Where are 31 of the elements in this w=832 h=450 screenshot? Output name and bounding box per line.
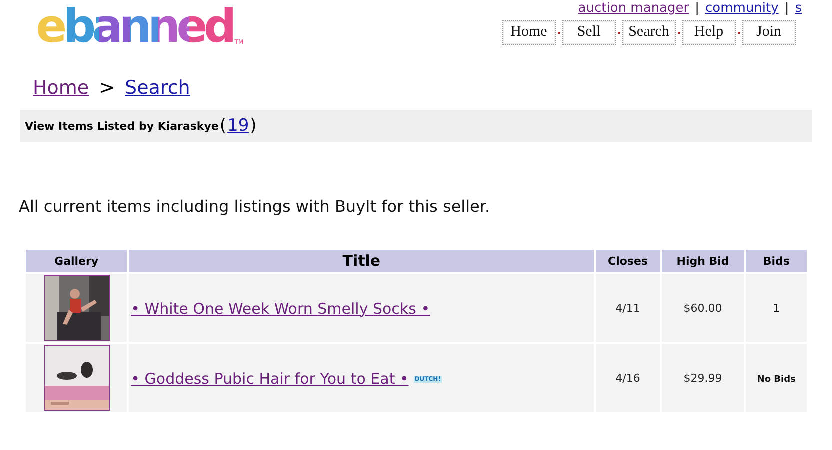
top-link[interactable]: auction manager [578,1,690,16]
breadcrumb-link[interactable]: Home [33,77,90,99]
listing-label: View Items Listed by Kiaraskye [25,120,219,132]
paren: ) [250,116,257,136]
breadcrumb-link[interactable]: Search [125,77,190,99]
item-title-link[interactable]: • White One Week Worn Smelly Socks • [131,300,430,318]
table-cell: $60.00 [662,274,744,342]
link-separator: | [695,1,700,16]
top-link[interactable]: community [706,1,779,16]
column-header: Title [129,250,594,272]
bid-count: 1 [773,302,780,314]
table-cell: $29.99 [662,344,744,412]
table-cell: 4/16 [596,344,660,412]
item-title-link[interactable]: • Goddess Pubic Hair for You to Eat • [131,370,409,388]
paren: ( [220,116,227,136]
top-link[interactable]: s [795,1,802,16]
column-header: Gallery [26,250,128,272]
nav-button[interactable]: Join [742,20,796,45]
nav-button[interactable]: Sell [562,20,616,45]
breadcrumb-separator: > [99,77,116,99]
column-header: Closes [596,250,660,272]
nav-button[interactable]: Search [622,20,676,45]
intro-text: All current items including listings with BuyIt for this seller. [19,197,492,216]
column-header: High Bid [662,250,744,272]
nav-button[interactable]: Help [682,20,736,45]
bid-count: No Bids [757,374,796,384]
item-count-link[interactable]: 19 [228,116,250,136]
link-separator: | [784,1,790,16]
nav-button[interactable]: Home [502,20,556,45]
column-header: Bids [746,250,807,272]
table-cell: 4/11 [596,274,660,342]
